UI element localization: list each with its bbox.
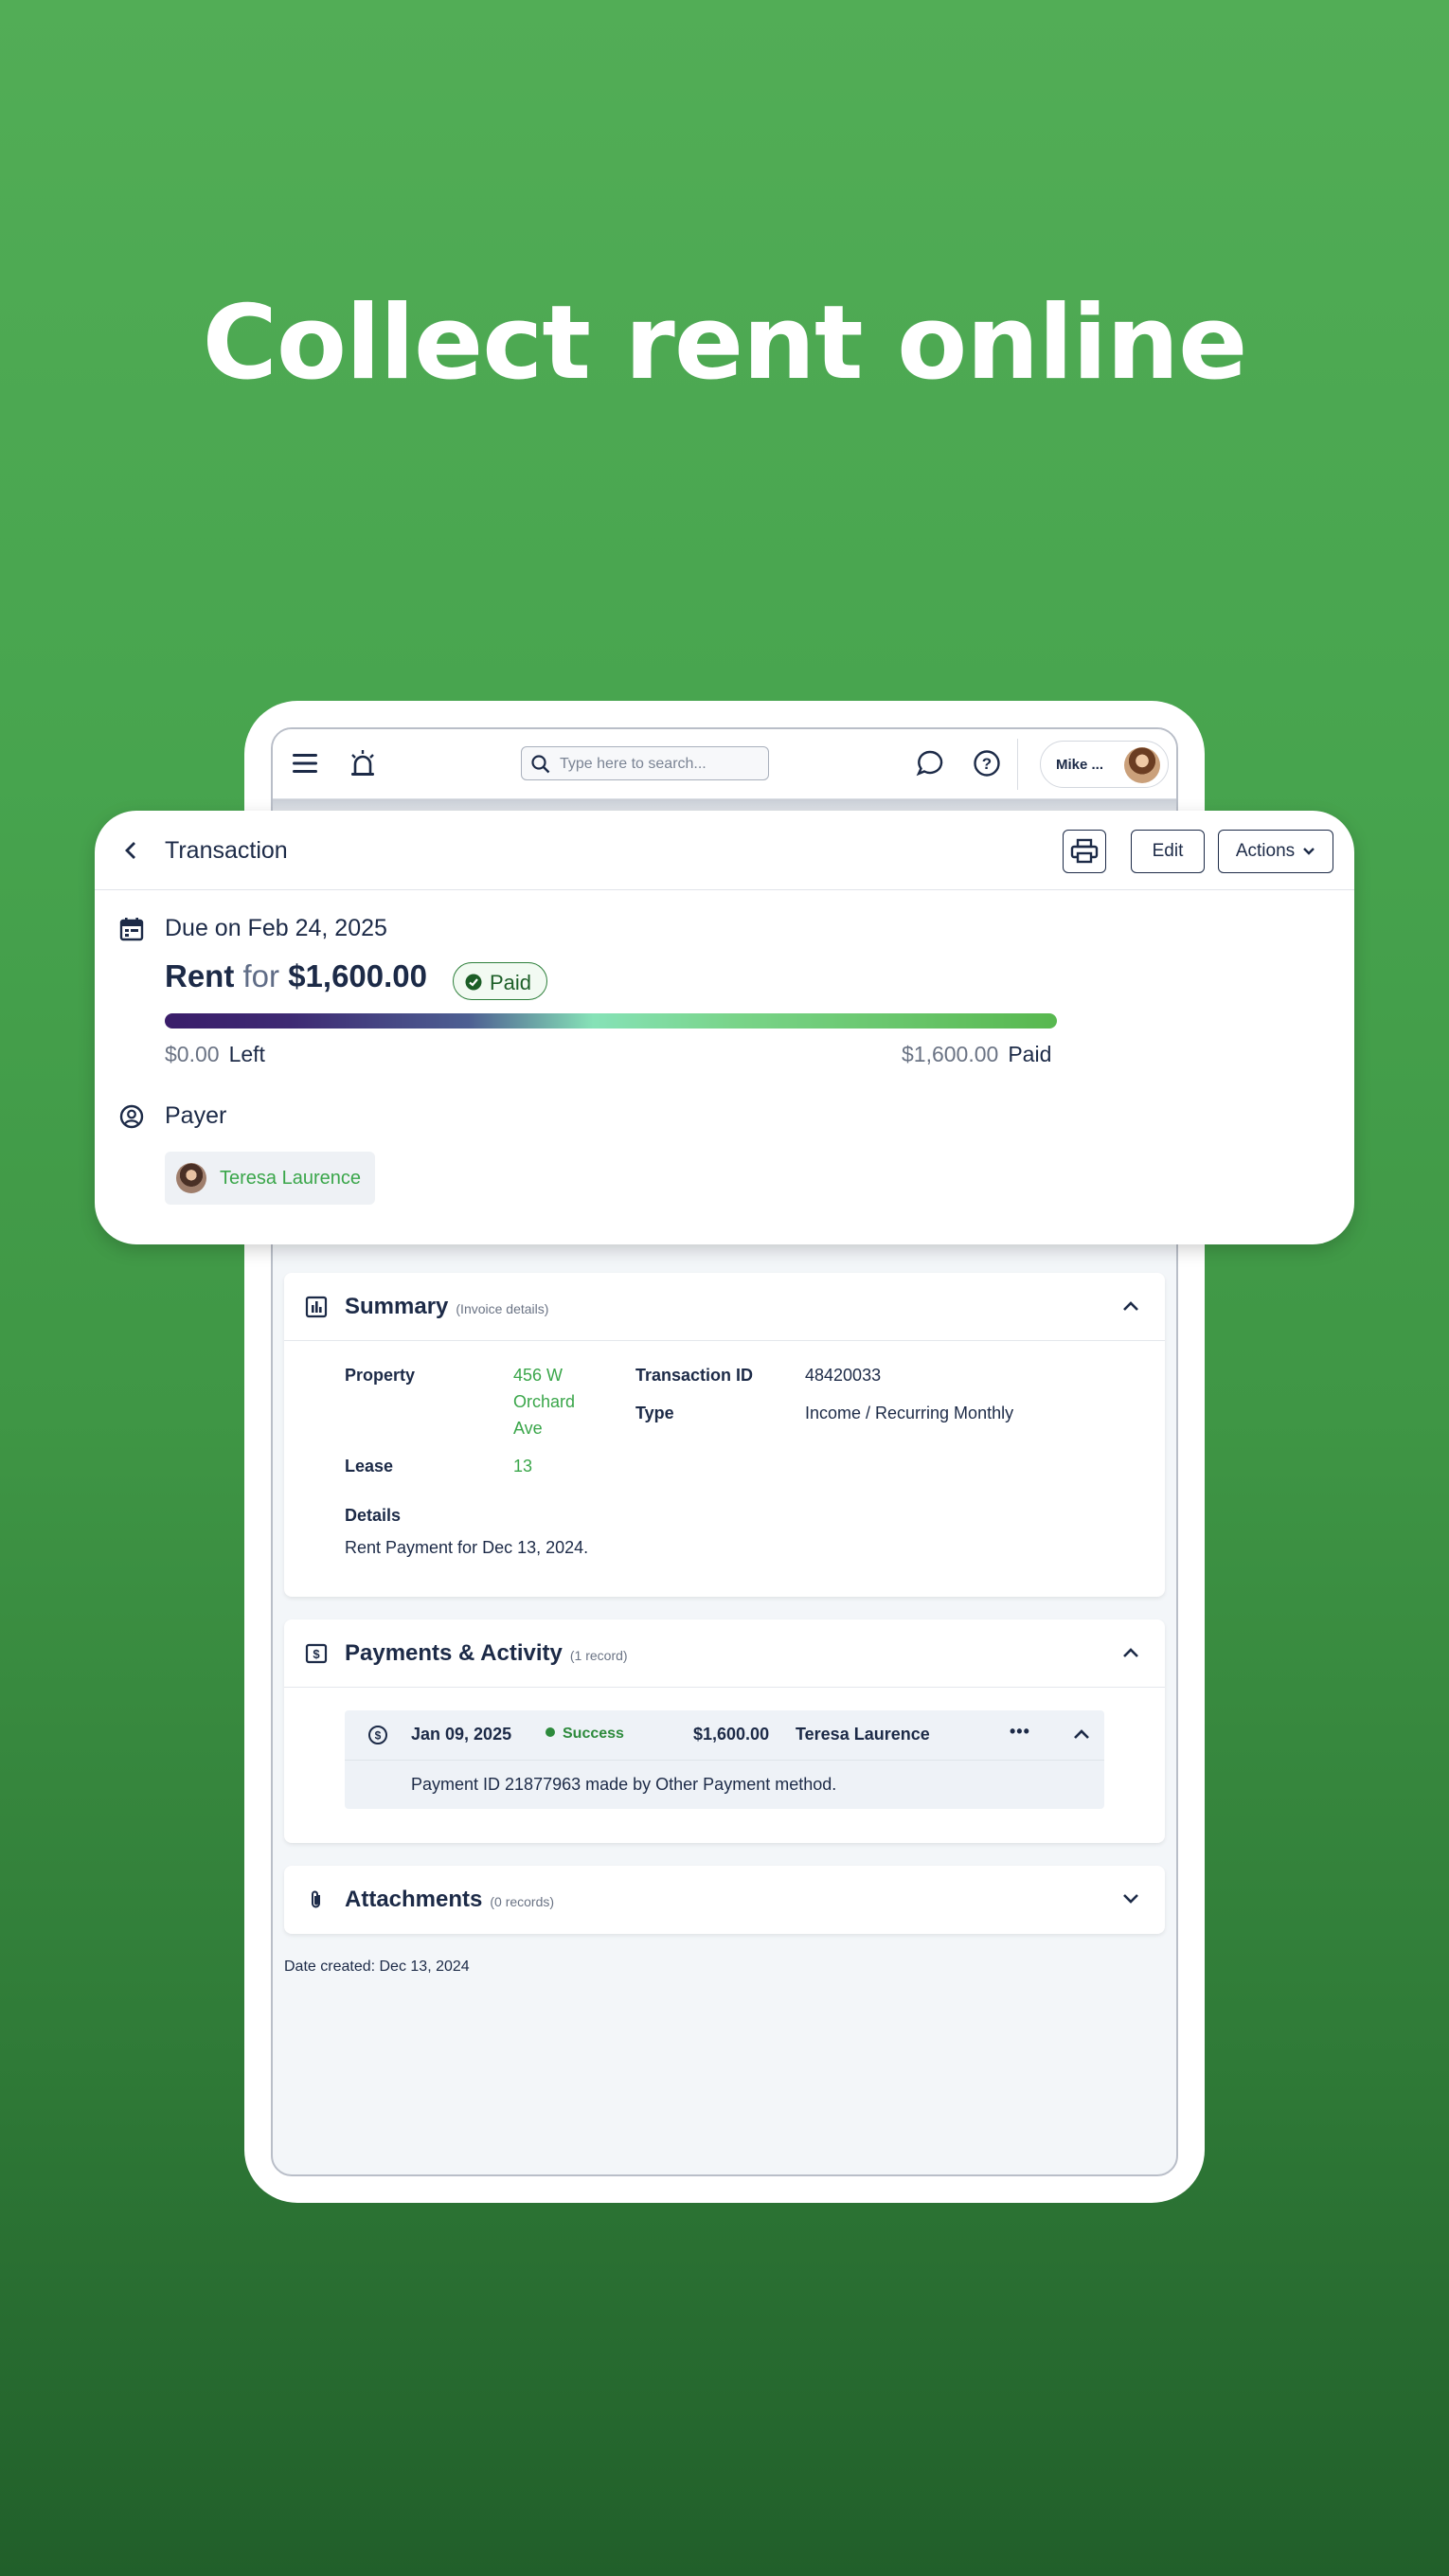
search-box[interactable] xyxy=(521,746,769,780)
print-button[interactable] xyxy=(1063,830,1106,873)
summary-title: Summary (Invoice details) xyxy=(345,1294,549,1319)
rent-label: Rent xyxy=(165,958,235,993)
payment-status: Success xyxy=(546,1726,624,1743)
status-text: Paid xyxy=(490,971,532,994)
attachments-title: Attachments (0 records) xyxy=(345,1887,555,1912)
help-icon[interactable]: ? xyxy=(972,748,1002,778)
chevron-up-icon[interactable] xyxy=(1072,1727,1091,1741)
transaction-header: Transaction Edit Actions xyxy=(95,811,1354,890)
attachments-subtitle: (0 records) xyxy=(490,1894,555,1909)
chevron-up-icon[interactable] xyxy=(1121,1299,1140,1313)
date-created: Date created: Dec 13, 2024 xyxy=(284,1959,470,1975)
top-bar: ? Mike ... xyxy=(273,729,1176,799)
payer-avatar xyxy=(176,1163,206,1193)
payer-chip[interactable]: Teresa Laurence xyxy=(165,1152,375,1205)
property-link[interactable]: 456 W Orchard Ave xyxy=(513,1362,575,1441)
back-arrow-icon[interactable] xyxy=(121,839,140,862)
attachments-header[interactable]: Attachments (0 records) xyxy=(284,1866,1165,1934)
bar-chart-icon xyxy=(305,1296,328,1318)
printer-icon xyxy=(1070,838,1099,864)
transaction-id-value: 48420033 xyxy=(805,1366,882,1385)
actions-button[interactable]: Actions xyxy=(1218,830,1333,873)
edit-button[interactable]: Edit xyxy=(1131,830,1205,873)
payment-row[interactable]: $ Jan 09, 2025 Success $1,600.00 Teresa … xyxy=(345,1710,1104,1809)
transaction-card: Transaction Edit Actions Due on Feb 24, … xyxy=(95,811,1354,1244)
svg-text:$: $ xyxy=(375,1729,382,1743)
paperclip-icon xyxy=(312,1890,320,1908)
details-value: Rent Payment for Dec 13, 2024. xyxy=(345,1538,589,1557)
user-name: Mike ... xyxy=(1056,757,1104,773)
svg-text:$: $ xyxy=(313,1647,320,1661)
headline: Collect rent online xyxy=(202,284,1248,402)
amount-paid: $1,600.00 Paid xyxy=(902,1042,1052,1066)
user-menu[interactable]: Mike ... xyxy=(1040,741,1169,788)
check-circle-icon xyxy=(465,974,482,991)
rent-amount-line: Rent for $1,600.00 xyxy=(165,958,427,994)
svg-text:?: ? xyxy=(982,755,992,773)
dollar-circle-icon: $ xyxy=(368,1726,387,1744)
payment-progress-bar xyxy=(165,1013,1057,1029)
lease-label: Lease xyxy=(345,1457,394,1476)
hamburger-menu-icon[interactable] xyxy=(292,752,318,775)
search-icon xyxy=(531,755,550,774)
transaction-id-label: Transaction ID xyxy=(635,1366,754,1385)
rent-amount: $1,600.00 xyxy=(288,958,428,993)
search-input[interactable] xyxy=(560,753,759,776)
payments-title: Payments & Activity (1 record) xyxy=(345,1640,628,1666)
property-label: Property xyxy=(345,1366,416,1385)
alarm-icon[interactable] xyxy=(349,748,377,778)
payments-card: $ Payments & Activity (1 record) $ Jan 09… xyxy=(284,1619,1165,1843)
chevron-down-icon xyxy=(1303,848,1315,855)
user-circle-icon xyxy=(119,1104,144,1129)
details-label: Details xyxy=(345,1506,402,1525)
chat-icon[interactable] xyxy=(915,748,945,778)
payment-description: Payment ID 21877963 made by Other Paymen… xyxy=(411,1775,837,1794)
chevron-down-icon[interactable] xyxy=(1121,1892,1140,1905)
amount-left: $0.00 Left xyxy=(165,1042,265,1066)
actions-label: Actions xyxy=(1235,841,1296,861)
attachments-card: Attachments (0 records) xyxy=(284,1866,1165,1934)
payment-payer: Teresa Laurence xyxy=(796,1725,930,1744)
more-options-icon[interactable]: ••• xyxy=(1010,1722,1030,1742)
user-avatar xyxy=(1124,747,1160,783)
summary-subtitle: (Invoice details) xyxy=(456,1301,549,1316)
type-label: Type xyxy=(635,1404,674,1422)
payer-label: Payer xyxy=(165,1102,227,1129)
payment-date: Jan 09, 2025 xyxy=(411,1725,512,1744)
type-value: Income / Recurring Monthly xyxy=(805,1404,1014,1422)
row-divider xyxy=(345,1760,1104,1761)
divider xyxy=(1017,739,1018,790)
for-label: for xyxy=(242,958,280,993)
status-badge: Paid xyxy=(453,962,547,1000)
payments-subtitle: (1 record) xyxy=(569,1648,628,1663)
summary-header[interactable]: Summary (Invoice details) xyxy=(284,1273,1165,1341)
summary-card: Summary (Invoice details) Property 456 W … xyxy=(284,1273,1165,1597)
dollar-note-icon: $ xyxy=(305,1643,328,1664)
lease-link[interactable]: 13 xyxy=(513,1453,532,1479)
payment-amount: $1,600.00 xyxy=(693,1725,770,1744)
chevron-up-icon[interactable] xyxy=(1121,1646,1140,1659)
transaction-title: Transaction xyxy=(165,837,288,864)
due-date: Due on Feb 24, 2025 xyxy=(165,915,387,941)
payer-name: Teresa Laurence xyxy=(220,1168,361,1189)
payments-header[interactable]: $ Payments & Activity (1 record) xyxy=(284,1619,1165,1688)
calendar-icon xyxy=(119,918,144,941)
